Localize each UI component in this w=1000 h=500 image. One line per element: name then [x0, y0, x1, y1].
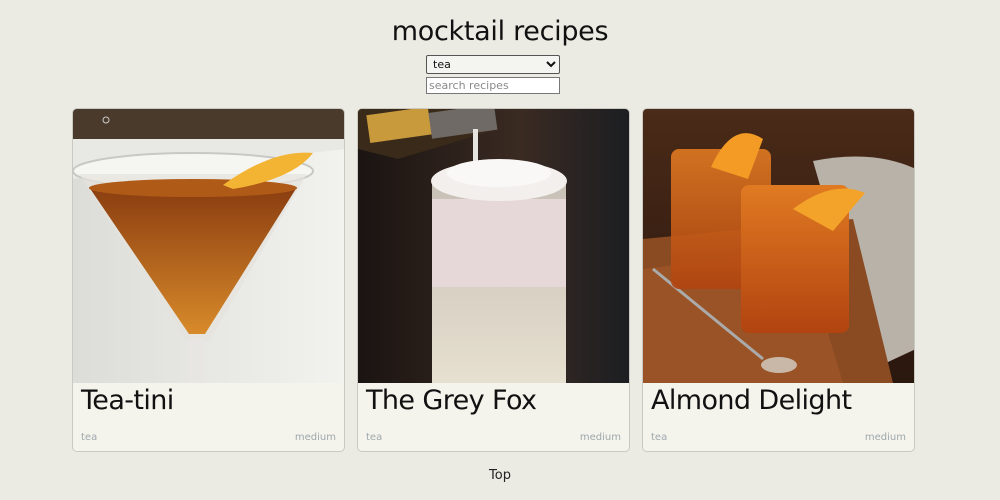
recipe-category-tag: tea [366, 432, 383, 443]
orange-tumblers-image [643, 109, 914, 383]
recipe-card[interactable]: Almond Delight tea medium [642, 108, 915, 452]
recipe-difficulty-tag: medium [579, 432, 621, 443]
page-title: mocktail recipes [391, 16, 609, 47]
recipe-difficulty-tag: medium [294, 432, 336, 443]
recipe-name[interactable]: Almond Delight [651, 385, 852, 416]
recipe-category-tag: tea [81, 432, 98, 443]
recipe-difficulty-tag: medium [864, 432, 906, 443]
back-to-top-link[interactable]: Top [0, 468, 1000, 483]
page: mocktail recipes tea search recipes Tea-… [0, 0, 1000, 500]
recipe-card[interactable]: Tea-tini tea medium [72, 108, 345, 452]
category-filter-select[interactable]: tea [426, 55, 560, 74]
recipe-name[interactable]: Tea-tini [81, 385, 174, 416]
recipe-category-tag: tea [651, 432, 668, 443]
recipe-name[interactable]: The Grey Fox [366, 385, 537, 416]
search-input[interactable] [426, 77, 560, 94]
frothy-drink-image [358, 109, 629, 383]
recipe-card[interactable]: The Grey Fox tea medium [357, 108, 630, 452]
martini-glass-image [73, 109, 344, 383]
